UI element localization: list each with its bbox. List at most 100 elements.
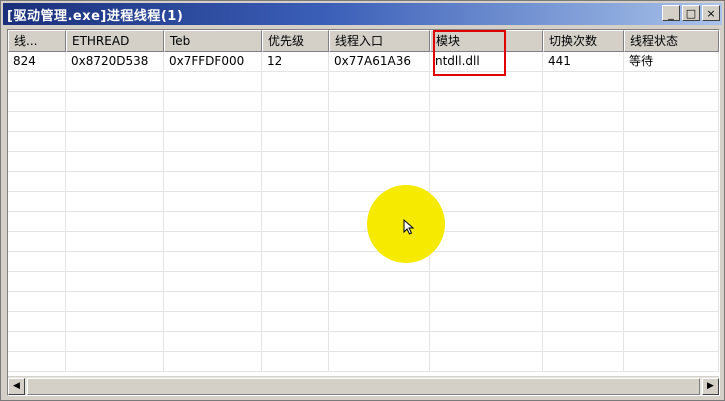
scroll-right-button[interactable]: ▶	[702, 377, 719, 395]
empty-cell	[8, 152, 66, 171]
empty-cell	[430, 292, 543, 311]
table-row-empty	[8, 252, 719, 272]
scroll-thumb[interactable]	[27, 377, 700, 395]
table-row-empty	[8, 152, 719, 172]
empty-cell	[329, 152, 430, 171]
empty-cell	[8, 332, 66, 351]
close-button[interactable]: ×	[702, 5, 720, 21]
title-bar[interactable]: [驱动管理.exe]进程线程(1) _ □ ×	[3, 3, 722, 25]
empty-cell	[430, 172, 543, 191]
empty-cell	[624, 272, 719, 291]
empty-cell	[624, 112, 719, 131]
empty-cell	[624, 92, 719, 111]
empty-cell	[164, 72, 262, 91]
empty-cell	[66, 132, 164, 151]
empty-cell	[8, 232, 66, 251]
empty-cell	[430, 152, 543, 171]
empty-cell	[624, 352, 719, 371]
column-header-thread-id[interactable]: 线...	[8, 30, 66, 52]
empty-cell	[8, 312, 66, 331]
scroll-right-icon: ▶	[707, 381, 714, 391]
horizontal-scrollbar[interactable]: ◀ ▶	[8, 376, 719, 395]
empty-cell	[262, 172, 329, 191]
column-header-ethread[interactable]: ETHREAD	[66, 30, 164, 52]
empty-cell	[329, 72, 430, 91]
empty-cell	[543, 252, 624, 271]
empty-cell	[543, 132, 624, 151]
table-row-empty	[8, 212, 719, 232]
empty-cell	[164, 172, 262, 191]
cell-switch-count: 441	[543, 52, 624, 71]
column-header-module[interactable]: 模块	[430, 30, 543, 52]
empty-cell	[66, 172, 164, 191]
empty-cell	[624, 152, 719, 171]
empty-cell	[66, 292, 164, 311]
window-controls: _ □ ×	[662, 5, 720, 21]
table-row-empty	[8, 192, 719, 212]
empty-cell	[8, 192, 66, 211]
empty-cell	[430, 112, 543, 131]
empty-cell	[262, 292, 329, 311]
empty-cell	[329, 92, 430, 111]
empty-cell	[329, 272, 430, 291]
empty-cell	[624, 72, 719, 91]
thread-list-view[interactable]: 线... ETHREAD Teb 优先级 线程入口 模块 切换次数 线程状态 8…	[7, 29, 720, 396]
empty-cell	[624, 332, 719, 351]
empty-cell	[262, 272, 329, 291]
empty-cell	[430, 92, 543, 111]
empty-cell	[262, 92, 329, 111]
column-header-priority[interactable]: 优先级	[262, 30, 329, 52]
empty-cell	[624, 252, 719, 271]
scroll-track[interactable]	[25, 377, 702, 395]
empty-cell	[8, 272, 66, 291]
empty-cell	[624, 172, 719, 191]
table-row-empty	[8, 272, 719, 292]
empty-cell	[543, 172, 624, 191]
column-header-switch-count[interactable]: 切换次数	[543, 30, 624, 52]
empty-cell	[66, 72, 164, 91]
empty-cell	[66, 192, 164, 211]
maximize-button[interactable]: □	[682, 5, 700, 21]
empty-cell	[262, 192, 329, 211]
empty-cell	[329, 332, 430, 351]
empty-cell	[430, 352, 543, 371]
maximize-icon: □	[685, 6, 697, 20]
table-row-empty	[8, 132, 719, 152]
empty-cell	[430, 192, 543, 211]
empty-cell	[164, 192, 262, 211]
column-header-thread-entry[interactable]: 线程入口	[329, 30, 430, 52]
empty-cell	[66, 152, 164, 171]
empty-cell	[543, 212, 624, 231]
column-header-teb[interactable]: Teb	[164, 30, 262, 52]
scroll-left-button[interactable]: ◀	[8, 377, 25, 395]
table-row[interactable]: 824 0x8720D538 0x7FFDF000 12 0x77A61A36 …	[8, 52, 719, 72]
empty-cell	[8, 352, 66, 371]
empty-cell	[262, 332, 329, 351]
empty-cell	[8, 92, 66, 111]
empty-cell	[164, 352, 262, 371]
thread-window: [驱动管理.exe]进程线程(1) _ □ × 线... ETHREAD Teb…	[0, 0, 725, 401]
empty-cell	[164, 212, 262, 231]
empty-cell	[430, 212, 543, 231]
empty-cell	[543, 332, 624, 351]
column-header-thread-state[interactable]: 线程状态	[624, 30, 719, 52]
empty-cell	[164, 252, 262, 271]
empty-cell	[329, 292, 430, 311]
empty-cell	[329, 132, 430, 151]
cell-ethread: 0x8720D538	[66, 52, 164, 71]
table-row-empty	[8, 352, 719, 372]
table-row-empty	[8, 92, 719, 112]
empty-cell	[624, 312, 719, 331]
empty-cell	[430, 312, 543, 331]
cell-teb: 0x7FFDF000	[164, 52, 262, 71]
table-body: 824 0x8720D538 0x7FFDF000 12 0x77A61A36 …	[8, 52, 719, 379]
table-row-empty	[8, 112, 719, 132]
empty-cell	[66, 332, 164, 351]
cell-thread-entry: 0x77A61A36	[329, 52, 430, 71]
empty-cell	[543, 72, 624, 91]
window-title: [驱动管理.exe]进程线程(1)	[7, 8, 184, 24]
empty-cell	[543, 272, 624, 291]
minimize-button[interactable]: _	[662, 5, 680, 21]
table-row-empty	[8, 332, 719, 352]
empty-cell	[8, 212, 66, 231]
